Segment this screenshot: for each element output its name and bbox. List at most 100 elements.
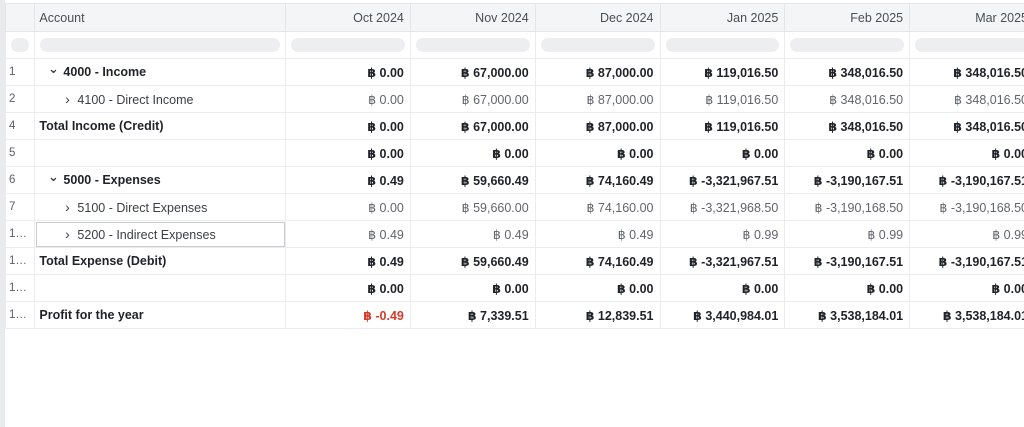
amount-cell[interactable]: ฿ 0.00 [285, 193, 411, 221]
amount-cell[interactable]: ฿ 59,660.00 [409, 193, 536, 221]
filter-cell[interactable] [659, 31, 786, 59]
filter-input[interactable] [540, 38, 655, 52]
amount-cell[interactable]: ฿ -3,321,967.51 [659, 247, 786, 275]
amount-cell[interactable]: ฿ 348,016.50 [784, 58, 911, 86]
table-row[interactable]: 1… › 5200 - Indirect Expenses ฿ 0.49 ฿ 0.49 ฿… [4, 220, 1024, 248]
month-column-header[interactable]: Jan 2025 [659, 3, 786, 32]
amount-cell[interactable]: ฿ 0.00 [285, 274, 411, 302]
amount-cell[interactable]: ฿ 119,016.50 [659, 85, 786, 113]
amount-cell[interactable]: ฿ 74,160.49 [534, 247, 661, 275]
account-cell[interactable]: Total Income (Credit) [34, 112, 287, 140]
amount-cell[interactable]: ฿ 348,016.50 [909, 85, 1024, 113]
account-cell[interactable]: ⌄ 5000 - Expenses [34, 166, 287, 194]
filter-cell[interactable] [4, 31, 36, 59]
chevron-down-icon[interactable]: ⌄ [47, 169, 59, 185]
amount-cell[interactable]: ฿ 0.00 [784, 274, 911, 302]
amount-cell[interactable]: ฿ 348,016.50 [784, 85, 911, 113]
amount-cell[interactable]: ฿ 74,160.00 [534, 193, 661, 221]
chevron-down-icon[interactable]: ⌄ [47, 61, 59, 77]
amount-cell[interactable]: ฿ 0.49 [409, 220, 536, 248]
filter-input[interactable] [415, 38, 530, 52]
table-row[interactable]: 1… Total Expense (Debit) ฿ 0.49 ฿ 59,660.49… [4, 247, 1024, 275]
account-cell[interactable]: ⌄ 4000 - Income [34, 58, 287, 86]
amount-cell[interactable]: ฿ 0.49 [285, 247, 411, 275]
amount-cell[interactable]: ฿ -0.49 [285, 301, 411, 329]
filter-input[interactable] [665, 38, 780, 52]
account-column-header[interactable]: Account [34, 3, 287, 32]
month-column-header[interactable]: Dec 2024 [534, 3, 661, 32]
table-row[interactable]: 4 Total Income (Credit) ฿ 0.00 ฿ 67,000.00 ฿… [4, 112, 1024, 140]
amount-cell[interactable]: ฿ 348,016.50 [909, 58, 1024, 86]
filter-cell[interactable] [34, 31, 287, 59]
filter-input[interactable] [790, 38, 905, 52]
amount-cell[interactable]: ฿ 0.00 [285, 85, 411, 113]
amount-cell[interactable]: ฿ 348,016.50 [784, 112, 911, 140]
amount-cell[interactable]: ฿ 119,016.50 [659, 112, 786, 140]
account-cell[interactable]: › 5100 - Direct Expenses [34, 193, 287, 221]
account-cell[interactable] [34, 139, 287, 167]
chevron-right-icon[interactable]: › [61, 199, 73, 215]
amount-cell[interactable]: ฿ 0.00 [784, 139, 911, 167]
amount-cell[interactable]: ฿ 0.99 [659, 220, 786, 248]
table-row[interactable]: 1… Profit for the year ฿ -0.49 ฿ 7,339.51 ฿ … [4, 301, 1024, 329]
amount-cell[interactable]: ฿ -3,190,167.51 [909, 166, 1024, 194]
amount-cell[interactable]: ฿ -3,190,168.50 [784, 193, 911, 221]
account-cell[interactable]: › 5200 - Indirect Expenses [34, 220, 287, 248]
amount-cell[interactable]: ฿ 0.00 [409, 139, 536, 167]
month-column-header[interactable]: Oct 2024 [285, 3, 411, 32]
amount-cell[interactable]: ฿ 0.49 [534, 220, 661, 248]
table-row[interactable]: 1…฿ 0.00฿ 0.00฿ 0.00฿ 0.00฿ 0.00฿ 0.00 [4, 274, 1024, 302]
amount-cell[interactable]: ฿ 0.00 [534, 274, 661, 302]
filter-cell[interactable] [909, 31, 1024, 59]
chevron-right-icon[interactable]: › [61, 91, 73, 107]
amount-cell[interactable]: ฿ 7,339.51 [409, 301, 536, 329]
amount-cell[interactable]: ฿ 0.00 [909, 139, 1024, 167]
amount-cell[interactable]: ฿ 12,839.51 [534, 301, 661, 329]
table-row[interactable]: 2 › 4100 - Direct Income ฿ 0.00 ฿ 67,000.00 ฿… [4, 85, 1024, 113]
amount-cell[interactable]: ฿ 87,000.00 [534, 112, 661, 140]
amount-cell[interactable]: ฿ -3,190,167.51 [784, 247, 911, 275]
month-column-header[interactable]: Nov 2024 [409, 3, 536, 32]
account-cell[interactable]: Total Expense (Debit) [34, 247, 287, 275]
amount-cell[interactable]: ฿ 3,440,984.01 [659, 301, 786, 329]
amount-cell[interactable]: ฿ 0.00 [534, 139, 661, 167]
amount-cell[interactable]: ฿ 0.99 [909, 220, 1024, 248]
amount-cell[interactable]: ฿ 0.00 [909, 274, 1024, 302]
amount-cell[interactable]: ฿ 0.00 [285, 58, 411, 86]
filter-input[interactable] [40, 38, 281, 52]
amount-cell[interactable]: ฿ 0.00 [659, 139, 786, 167]
amount-cell[interactable]: ฿ 0.00 [659, 274, 786, 302]
table-row[interactable]: 1 ⌄ 4000 - Income ฿ 0.00 ฿ 67,000.00 ฿ 87,000… [4, 58, 1024, 86]
amount-cell[interactable]: ฿ 59,660.49 [409, 166, 536, 194]
account-cell[interactable] [34, 274, 287, 302]
amount-cell[interactable]: ฿ 87,000.00 [534, 58, 661, 86]
amount-cell[interactable]: ฿ 119,016.50 [659, 58, 786, 86]
amount-cell[interactable]: ฿ 67,000.00 [409, 85, 536, 113]
table-row[interactable]: 6 ⌄ 5000 - Expenses ฿ 0.49 ฿ 59,660.49 ฿ 74,1… [4, 166, 1024, 194]
filter-cell[interactable] [534, 31, 661, 59]
filter-input[interactable] [291, 38, 405, 52]
amount-cell[interactable]: ฿ -3,190,168.50 [909, 193, 1024, 221]
amount-cell[interactable]: ฿ -3,321,968.50 [659, 193, 786, 221]
amount-cell[interactable]: ฿ 87,000.00 [534, 85, 661, 113]
amount-cell[interactable]: ฿ 67,000.00 [409, 58, 536, 86]
amount-cell[interactable]: ฿ 0.99 [784, 220, 911, 248]
amount-cell[interactable]: ฿ 0.00 [285, 112, 411, 140]
month-column-header[interactable]: Mar 2025 [909, 3, 1024, 32]
amount-cell[interactable]: ฿ -3,321,967.51 [659, 166, 786, 194]
filter-input[interactable] [915, 38, 1024, 52]
filter-cell[interactable] [784, 31, 911, 59]
amount-cell[interactable]: ฿ 3,538,184.01 [909, 301, 1024, 329]
account-cell[interactable]: › 4100 - Direct Income [34, 85, 287, 113]
amount-cell[interactable]: ฿ 0.49 [285, 220, 411, 248]
month-column-header[interactable]: Feb 2025 [784, 3, 911, 32]
amount-cell[interactable]: ฿ 59,660.49 [409, 247, 536, 275]
amount-cell[interactable]: ฿ -3,190,167.51 [909, 247, 1024, 275]
account-cell[interactable]: Profit for the year [34, 301, 287, 329]
table-row[interactable]: 7 › 5100 - Direct Expenses ฿ 0.00 ฿ 59,660.0… [4, 193, 1024, 221]
amount-cell[interactable]: ฿ -3,190,167.51 [784, 166, 911, 194]
amount-cell[interactable]: ฿ 0.49 [285, 166, 411, 194]
filter-cell[interactable] [285, 31, 411, 59]
filter-cell[interactable] [409, 31, 536, 59]
amount-cell[interactable]: ฿ 0.00 [409, 274, 536, 302]
